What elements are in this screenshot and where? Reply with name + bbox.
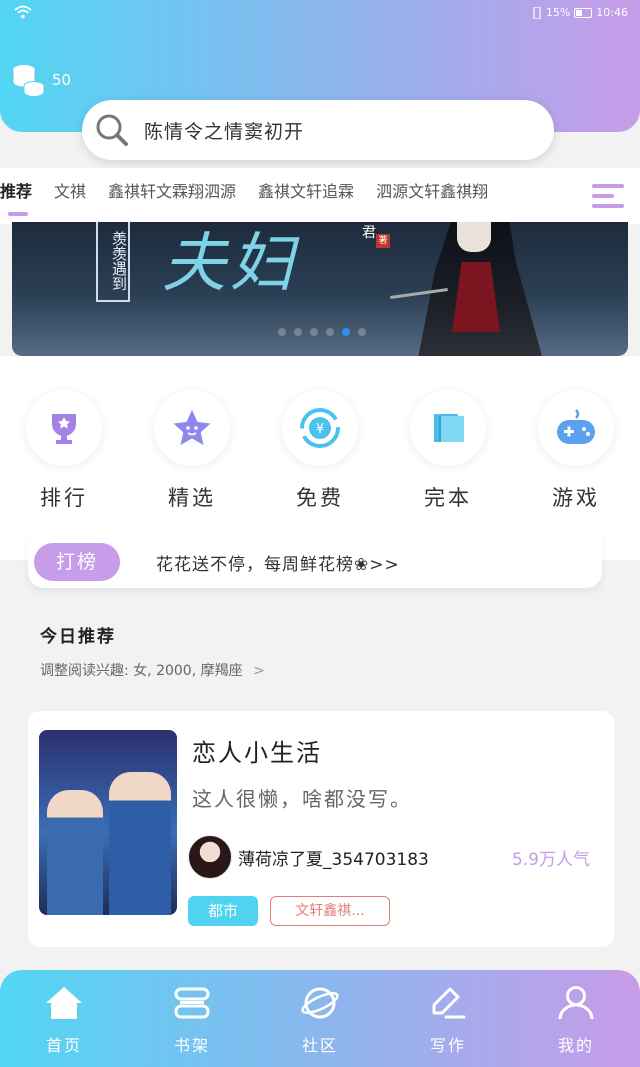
nav-home[interactable]: 首页 (24, 982, 104, 1056)
home-icon (24, 982, 104, 1024)
cover-figure (109, 772, 171, 915)
author-avatar[interactable] (188, 835, 232, 879)
pen-icon (408, 982, 488, 1024)
tab-item[interactable]: 鑫祺文轩追霖 (258, 178, 354, 202)
chevron-right-icon: > (253, 663, 265, 679)
user-icon (536, 982, 616, 1024)
banner-caption: 羡羡遇到 (96, 222, 130, 302)
section-title: 今日推荐 (40, 627, 116, 647)
menu-icon[interactable] (592, 184, 624, 214)
book-title[interactable]: 恋人小生活 (192, 733, 322, 768)
pairing-tag[interactable]: 文轩鑫祺... (270, 896, 390, 926)
banner-title: 夫妇 (162, 227, 298, 301)
book-card[interactable]: 恋人小生活 这人很懒，啥都没写。 薄荷凉了夏_354703183 5.9万人气 … (28, 711, 614, 947)
carousel-dot[interactable] (310, 328, 318, 336)
quick-link-ranking[interactable]: 排行 (22, 390, 106, 512)
tab-item[interactable]: 泗源文轩鑫祺翔 (376, 178, 488, 202)
genre-tag[interactable]: 都市 (188, 896, 258, 926)
reading-preferences-link[interactable]: 调整阅读兴趣: 女, 2000, 摩羯座 > (40, 660, 265, 680)
quick-link-games[interactable]: 游戏 (534, 390, 618, 512)
nav-community[interactable]: 社区 (280, 982, 360, 1056)
status-time: 10:46 (596, 6, 628, 19)
carousel-dot[interactable] (294, 328, 302, 336)
book-cover[interactable] (39, 730, 177, 915)
notice-badge[interactable]: 打榜 (34, 543, 120, 581)
banner-figure-face (457, 222, 491, 252)
search-icon (96, 114, 128, 146)
book-icon (410, 390, 486, 466)
quick-link-label: 免费 (296, 486, 344, 510)
quick-link-free[interactable]: ¥ 免费 (278, 390, 362, 512)
reading-preferences-text: 调整阅读兴趣: 女, 2000, 摩羯座 (40, 663, 243, 679)
coins-icon (12, 65, 45, 97)
nav-label: 写作 (429, 1036, 466, 1055)
nav-profile[interactable]: 我的 (536, 982, 616, 1056)
planet-icon (280, 982, 360, 1024)
carousel-dot[interactable] (358, 328, 366, 336)
carousel-dot[interactable] (342, 328, 350, 336)
quick-link-label: 游戏 (552, 486, 600, 510)
wifi-icon (14, 5, 32, 19)
ranking-notice[interactable]: 打榜 花花送不停，每周鲜花榜❀>> (28, 536, 602, 588)
yuan-coin-icon: ¥ (282, 390, 358, 466)
carousel-dots (278, 328, 366, 336)
vibrate-icon (533, 6, 541, 19)
bottom-navigation: 首页 书架 社区 写作 我的 (0, 970, 640, 1067)
nav-label: 首页 (45, 1036, 82, 1055)
tab-recommend[interactable]: 推荐 (0, 178, 32, 216)
popularity-count: 5.9万人气 (511, 850, 590, 870)
nav-label: 书架 (173, 1036, 210, 1055)
tab-item[interactable]: 鑫祺轩文霖翔泗源 (108, 178, 236, 202)
nav-label: 我的 (557, 1036, 594, 1055)
quick-link-label: 排行 (40, 486, 88, 510)
carousel-dot[interactable] (326, 328, 334, 336)
svg-text:¥: ¥ (316, 422, 324, 437)
status-bar: 15% 10:46 (0, 0, 640, 26)
quick-links-panel: 排行 精选 ¥ 免费 完本 游戏 (0, 356, 640, 560)
category-tabs: 推荐 文祺 鑫祺轩文霖翔泗源 鑫祺文轩追霖 泗源文轩鑫祺翔 (0, 168, 640, 224)
author-name[interactable]: 薄荷凉了夏_354703183 (238, 845, 429, 870)
nav-label: 社区 (301, 1036, 338, 1055)
trophy-icon (26, 390, 102, 466)
battery-icon (574, 7, 593, 18)
banner-carousel[interactable]: 羡羡遇到 夫妇 君 著 (12, 222, 628, 356)
quick-link-label: 精选 (168, 486, 216, 510)
coin-balance[interactable]: 50 (10, 62, 71, 98)
quick-link-label: 完本 (424, 486, 472, 510)
search-placeholder: 陈情令之情窦初开 (144, 120, 305, 143)
banner-author: 君 (362, 225, 376, 241)
book-description: 这人很懒，啥都没写。 (192, 787, 412, 811)
tab-item[interactable]: 文祺 (54, 178, 86, 202)
banner-seal: 著 (376, 234, 390, 248)
quick-link-featured[interactable]: 精选 (150, 390, 234, 512)
carousel-dot[interactable] (278, 328, 286, 336)
cover-figure (47, 790, 103, 915)
quick-link-completed[interactable]: 完本 (406, 390, 490, 512)
coin-count: 50 (52, 71, 72, 89)
search-bar[interactable]: 陈情令之情窦初开 (82, 100, 554, 160)
notice-text: 花花送不停，每周鲜花榜❀>> (156, 555, 400, 575)
battery-percent: 15% (545, 6, 571, 19)
star-face-icon (154, 390, 230, 466)
nav-bookshelf[interactable]: 书架 (152, 982, 232, 1056)
nav-write[interactable]: 写作 (408, 982, 488, 1056)
gamepad-icon (538, 390, 614, 466)
bookshelf-icon (152, 982, 232, 1024)
